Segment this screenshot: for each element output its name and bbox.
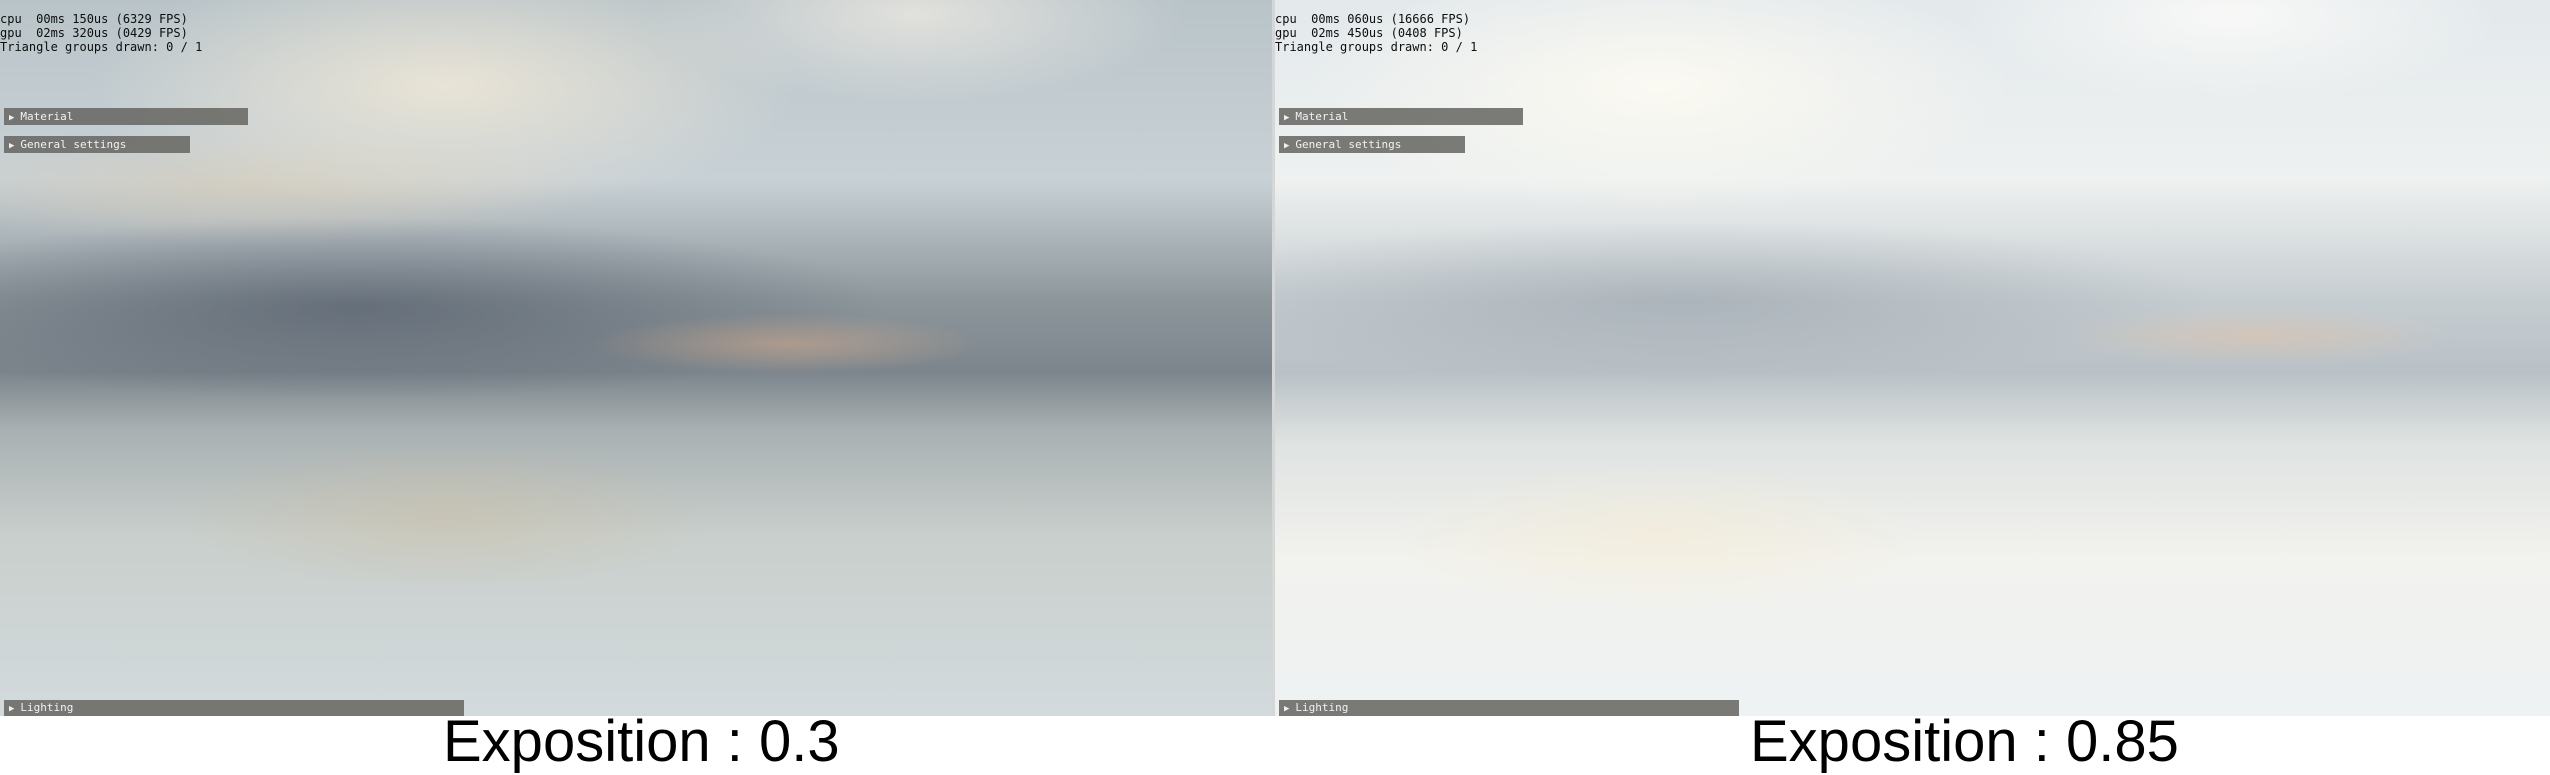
triangle-right-icon: ▶ [1284, 704, 1290, 714]
lighting-panel-header[interactable]: ▶ Lighting [1279, 700, 1739, 716]
general-settings-panel-header[interactable]: ▶ General settings [1279, 136, 1465, 153]
general-settings-label: General settings [20, 138, 127, 151]
triangle-groups: Triangle groups drawn: 0 / 1 [0, 40, 203, 54]
performance-stats: cpu 00ms 060us (16666 FPS) gpu 02ms 450us… [1275, 12, 1477, 54]
triangle-groups: Triangle groups drawn: 0 / 1 [1275, 40, 1478, 54]
left-render-viewport: cpu 00ms 150us (6329 FPS) gpu 02ms 320us … [0, 0, 1272, 716]
material-label: Material [20, 110, 74, 123]
triangle-right-icon: ▶ [1284, 141, 1290, 151]
cpu-time: cpu 00ms 060us (16666 FPS) [1275, 12, 1471, 26]
triangle-right-icon: ▶ [1284, 113, 1290, 123]
gpu-time: gpu 02ms 450us (0408 FPS) [1275, 26, 1463, 40]
triangle-right-icon: ▶ [9, 113, 15, 123]
triangle-right-icon: ▶ [9, 141, 15, 151]
general-settings-panel-header[interactable]: ▶ General settings [4, 136, 190, 153]
triangle-right-icon: ▶ [9, 704, 15, 714]
material-label: Material [1295, 110, 1349, 123]
material-panel-header[interactable]: ▶ Material [1279, 108, 1523, 125]
right-render-viewport: cpu 00ms 060us (16666 FPS) gpu 02ms 450us… [1275, 0, 2550, 716]
lighting-label: Lighting [20, 701, 74, 714]
exposition-caption-right: Exposition : 0.85 [1750, 709, 2179, 774]
gpu-time: gpu 02ms 320us (0429 FPS) [0, 26, 188, 40]
general-settings-label: General settings [1295, 138, 1402, 151]
lighting-label: Lighting [1295, 701, 1349, 714]
material-panel-header[interactable]: ▶ Material [4, 108, 248, 125]
lighting-panel-header[interactable]: ▶ Lighting [4, 700, 464, 716]
exposition-caption-left: Exposition : 0.3 [443, 709, 840, 774]
performance-stats: cpu 00ms 150us (6329 FPS) gpu 02ms 320us … [0, 12, 202, 54]
cpu-time: cpu 00ms 150us (6329 FPS) [0, 12, 188, 26]
